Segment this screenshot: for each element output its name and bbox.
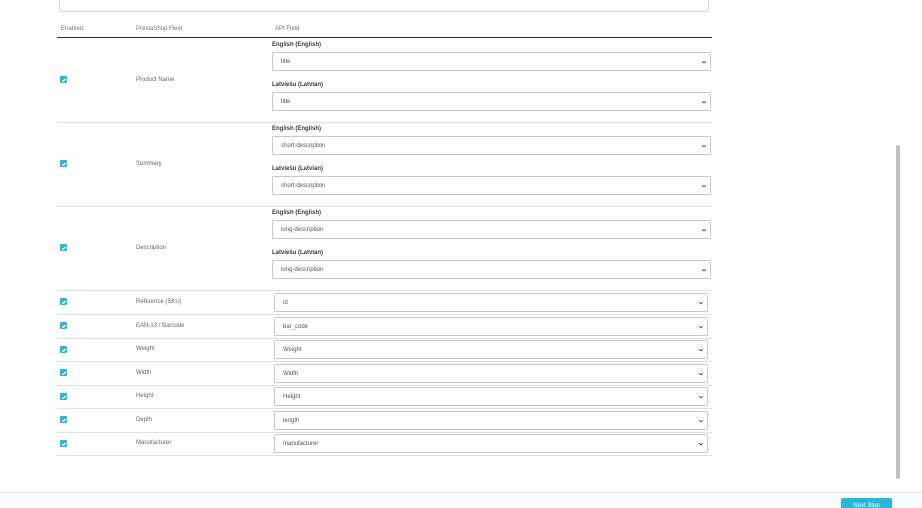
chevron-down-icon xyxy=(698,324,704,330)
header-api-field: API Field xyxy=(275,26,300,32)
field-name: Product Name xyxy=(136,77,175,83)
select-value: length xyxy=(283,417,300,424)
row-divider xyxy=(57,290,712,291)
api-field-select[interactable]: title xyxy=(272,92,711,111)
header-enabled: Enabled xyxy=(61,26,84,32)
language-label: English (English) xyxy=(272,210,321,216)
field-name: EAN-13 / Barcode xyxy=(136,323,185,329)
api-field-select[interactable]: id xyxy=(274,293,708,312)
api-field-select[interactable]: long-description xyxy=(272,220,711,239)
check-icon xyxy=(61,245,66,250)
enabled-checkbox[interactable] xyxy=(60,298,67,305)
enabled-checkbox[interactable] xyxy=(60,322,67,329)
enabled-checkbox[interactable] xyxy=(60,369,67,376)
header-prestashop-field: PrestaShop Field xyxy=(136,26,183,32)
api-field-select[interactable]: bar_code xyxy=(274,317,708,336)
api-field-select[interactable]: Width xyxy=(274,364,708,383)
enabled-checkbox[interactable] xyxy=(60,244,67,251)
chevron-down-icon xyxy=(698,371,704,377)
row-divider xyxy=(57,122,712,123)
api-field-select[interactable]: title xyxy=(272,52,711,71)
field-name: Manufacturer xyxy=(136,440,172,446)
top-text-input[interactable] xyxy=(59,0,709,12)
select-value: short-description xyxy=(281,142,326,149)
check-icon xyxy=(61,77,66,82)
select-value: id xyxy=(283,299,288,306)
row-divider xyxy=(57,455,712,456)
row-divider xyxy=(57,206,712,207)
select-value: short-description xyxy=(281,182,326,189)
api-field-select[interactable]: manufacturer xyxy=(274,434,708,453)
api-field-select[interactable]: Weight xyxy=(274,340,708,359)
api-field-select[interactable]: long-description xyxy=(272,260,711,279)
select-value: manufacturer xyxy=(283,440,319,447)
check-icon xyxy=(61,441,66,446)
check-icon xyxy=(61,394,66,399)
row-divider xyxy=(57,338,712,339)
chevron-down-icon xyxy=(698,394,704,400)
enabled-checkbox[interactable] xyxy=(60,76,67,83)
language-label: Latviešu (Latvian) xyxy=(272,166,324,172)
row-divider xyxy=(57,432,712,433)
chevron-down-icon xyxy=(698,300,704,306)
language-label: English (English) xyxy=(272,42,321,48)
check-icon xyxy=(61,299,66,304)
chevron-down-icon xyxy=(701,59,707,65)
chevron-down-icon xyxy=(701,99,707,105)
api-field-select[interactable]: length xyxy=(274,411,708,430)
row-divider xyxy=(57,408,712,409)
select-value: title xyxy=(281,98,291,105)
check-icon xyxy=(61,323,66,328)
field-name: Height xyxy=(136,393,154,399)
api-field-select[interactable]: short-description xyxy=(272,176,711,195)
check-icon xyxy=(61,347,66,352)
api-field-select[interactable]: Height xyxy=(274,387,708,406)
check-icon xyxy=(61,417,66,422)
chevron-down-icon xyxy=(701,267,707,273)
check-icon xyxy=(61,161,66,166)
footer-bar xyxy=(0,493,922,508)
select-value: Weight xyxy=(283,346,302,353)
check-icon xyxy=(61,370,66,375)
field-name: Width xyxy=(136,370,152,376)
chevron-down-icon xyxy=(698,347,704,353)
language-label: English (English) xyxy=(272,126,321,132)
chevron-down-icon xyxy=(701,143,707,149)
field-name: Summary xyxy=(136,161,162,167)
select-value: long-description xyxy=(281,266,324,273)
field-name: Reference (SKU) xyxy=(136,299,182,305)
row-divider xyxy=(57,361,712,362)
scrollbar-thumb[interactable] xyxy=(896,145,900,479)
field-name: Depth xyxy=(136,417,153,423)
enabled-checkbox[interactable] xyxy=(60,393,67,400)
chevron-down-icon xyxy=(698,441,704,447)
enabled-checkbox[interactable] xyxy=(60,160,67,167)
enabled-checkbox[interactable] xyxy=(60,440,67,447)
select-value: bar_code xyxy=(283,323,309,330)
language-label: Latviešu (Latvian) xyxy=(272,250,324,256)
next-step-button[interactable]: Next Step xyxy=(841,498,892,508)
enabled-checkbox[interactable] xyxy=(60,416,67,423)
select-value: Width xyxy=(283,370,299,377)
select-value: Height xyxy=(283,393,301,400)
chevron-down-icon xyxy=(701,183,707,189)
chevron-down-icon xyxy=(698,418,704,424)
select-value: title xyxy=(281,58,291,65)
enabled-checkbox[interactable] xyxy=(60,346,67,353)
row-divider xyxy=(57,314,712,315)
header-divider xyxy=(57,37,712,38)
chevron-down-icon xyxy=(701,227,707,233)
select-value: long-description xyxy=(281,226,324,233)
field-name: Description xyxy=(136,245,167,251)
row-divider xyxy=(57,385,712,386)
language-label: Latviešu (Latvian) xyxy=(272,82,324,88)
api-field-select[interactable]: short-description xyxy=(272,136,711,155)
field-name: Weight xyxy=(136,346,155,352)
